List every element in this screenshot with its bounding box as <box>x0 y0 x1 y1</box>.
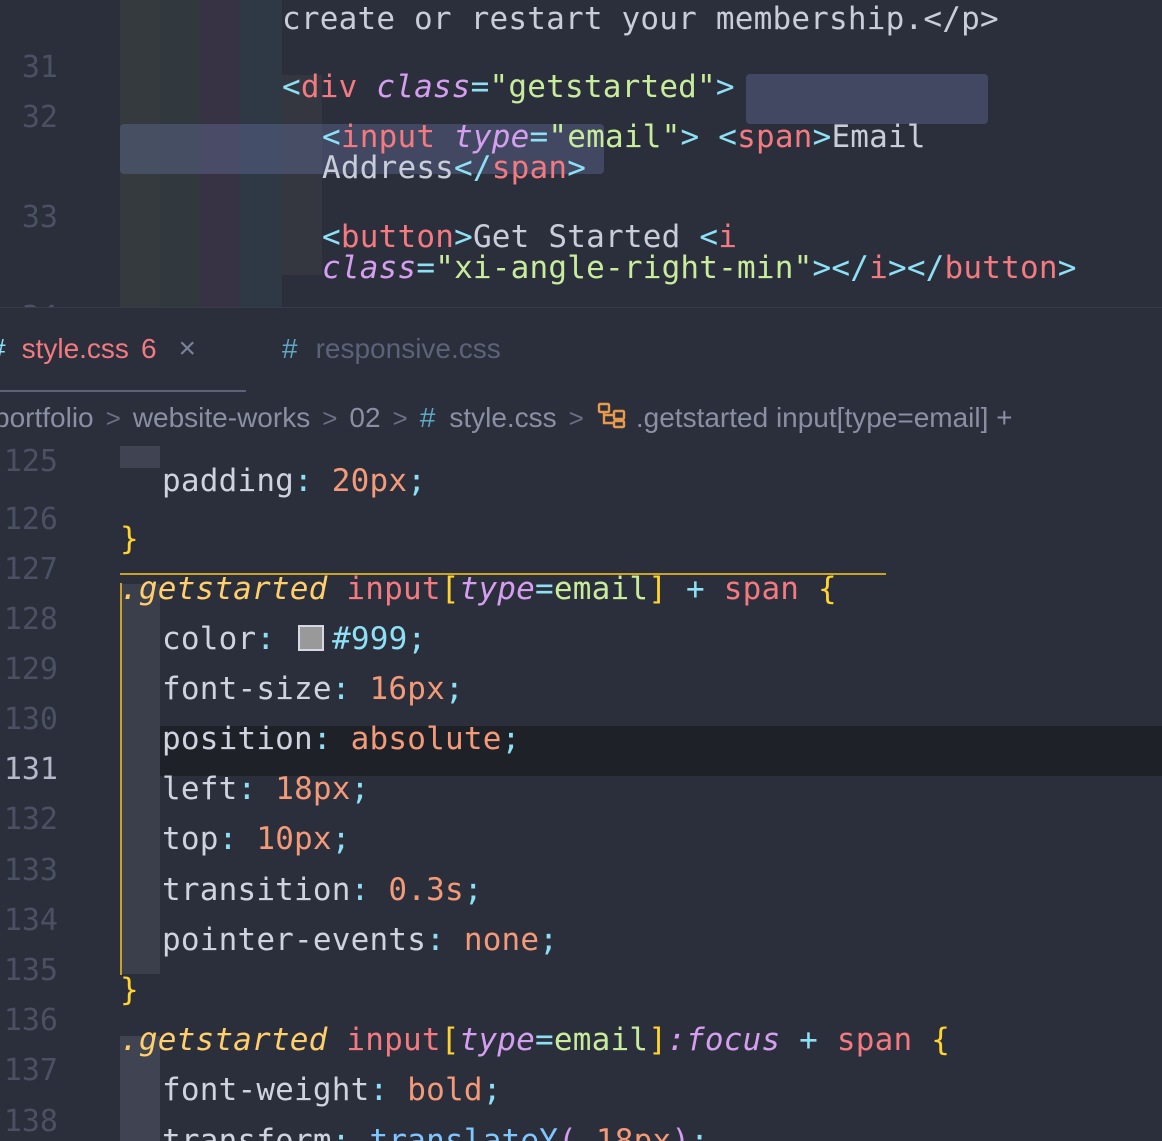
css-selector-icon <box>596 401 628 436</box>
css-file-icon: # <box>0 333 6 365</box>
html-editor-pane[interactable]: create or restart your membership.</p> 3… <box>0 0 1162 307</box>
code-line-wrapped: Address</span> <box>0 124 1162 186</box>
code-line: 136 .getstarted input[type=email]:focus … <box>0 977 1162 1058</box>
code-line: 125 padding: 20px; <box>0 446 1162 499</box>
css-file-icon: # <box>419 402 436 433</box>
css-editor-group: # style.css 6 × # responsive.css portfol… <box>0 307 1162 1141</box>
breadcrumb-item-portfolio[interactable]: portfolio <box>0 402 94 434</box>
code-line-active: 131 left: 18px; <box>0 726 1162 807</box>
tab-style-css[interactable]: # style.css 6 × <box>0 308 246 392</box>
code-line: 129 font-size: 16px; <box>0 626 1162 707</box>
code-line: 130 position: absolute; <box>0 676 1162 757</box>
breadcrumb: portfolio > website-works > 02 > # style… <box>0 390 1162 446</box>
code-line: 33 <button>Get Started <i <box>0 174 1162 255</box>
code-line: 127 .getstarted input[type=email] + span… <box>0 526 1162 607</box>
code-line: 126 } <box>0 476 1162 557</box>
code-line: 128 color: #999; <box>0 576 1162 657</box>
chevron-right-icon: > <box>568 402 584 433</box>
chevron-right-icon: > <box>105 402 121 433</box>
code-line: } <box>0 1128 1162 1141</box>
breadcrumb-item-selector[interactable]: .getstarted input[type=email] + <box>636 402 1013 434</box>
problem-count-badge: 6 <box>140 333 157 364</box>
code-line: 32 <input type="email"> <span>Email <box>0 74 1162 155</box>
breadcrumb-item-02[interactable]: 02 <box>349 402 380 434</box>
tab-label: style.css <box>21 333 129 364</box>
code-line: 137 font-weight: bold; <box>0 1027 1162 1108</box>
breadcrumb-item-website-works[interactable]: website-works <box>133 402 310 434</box>
chevron-right-icon: > <box>322 402 338 433</box>
chevron-right-icon: > <box>392 402 408 433</box>
code-line: 133 transition: 0.3s; <box>0 827 1162 908</box>
breadcrumb-item-style-css[interactable]: style.css <box>449 402 556 434</box>
tab-label: responsive.css <box>315 333 501 364</box>
line-number: 34 <box>0 293 58 307</box>
close-icon[interactable]: × <box>179 332 197 366</box>
tab-responsive-css[interactable]: # responsive.css <box>282 308 501 390</box>
css-file-icon: # <box>282 333 298 364</box>
code-line: 31 <div class="getstarted"> <box>0 24 1162 105</box>
code-line: create or restart your membership.</p> <box>0 0 1162 37</box>
code-line: 34 </div> <box>0 274 1162 307</box>
code-line: 138 transform: translateY(-18px); <box>0 1078 1162 1141</box>
code-line: 132 top: 10px; <box>0 776 1162 857</box>
editor-tab-bar: # style.css 6 × # responsive.css <box>0 308 1162 392</box>
code-line-wrapped: class="xi-angle-right-min"></i></button> <box>0 224 1162 286</box>
css-code-area[interactable]: 125 padding: 20px; 126 } 127 .getstarted… <box>0 446 1162 1141</box>
code-line: 134 pointer-events: none; <box>0 877 1162 958</box>
code-line: 135 } <box>0 927 1162 1008</box>
